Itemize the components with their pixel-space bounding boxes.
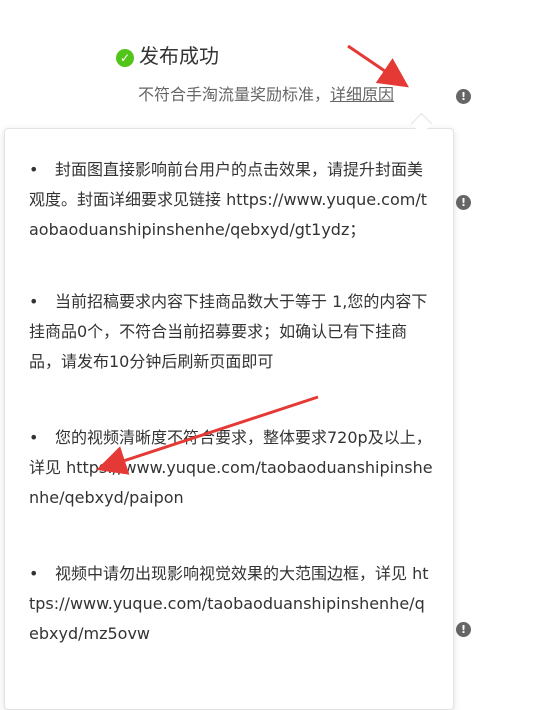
reason-popover: • 封面图直接影响前台用户的点击效果，请提升封面美观度。封面详细要求见链接 htt… xyxy=(4,128,454,710)
exclamation-circle-icon[interactable]: ! xyxy=(456,195,471,210)
reason-item-1: • 封面图直接影响前台用户的点击效果，请提升封面美观度。封面详细要求见链接 htt… xyxy=(29,160,427,239)
reason-item-2: • 当前招稿要求内容下挂商品数大于等于 1,您的内容下挂商品0个，不符合当前招募要… xyxy=(29,292,428,371)
subtitle-text: 不符合手淘流量奖励标准， xyxy=(138,85,331,104)
status-title: 发布成功 xyxy=(139,44,219,68)
reason-item-4: • 视频中请勿出现影响视觉效果的大范围边框，详见 https://www.yuqu… xyxy=(29,564,429,643)
status-subtitle: 不符合手淘流量奖励标准，详细原因 xyxy=(138,82,394,108)
reason-item-3: • 您的视频清晰度不符合要求，整体要求720p及以上，详见 https://www… xyxy=(29,428,433,507)
exclamation-circle-icon[interactable]: ! xyxy=(456,622,471,637)
check-circle-icon: ✓ xyxy=(116,49,134,67)
exclamation-circle-icon[interactable]: ! xyxy=(456,89,471,104)
annotation-arrow-top xyxy=(347,44,409,88)
detail-reason-link[interactable]: 详细原因 xyxy=(330,85,394,104)
